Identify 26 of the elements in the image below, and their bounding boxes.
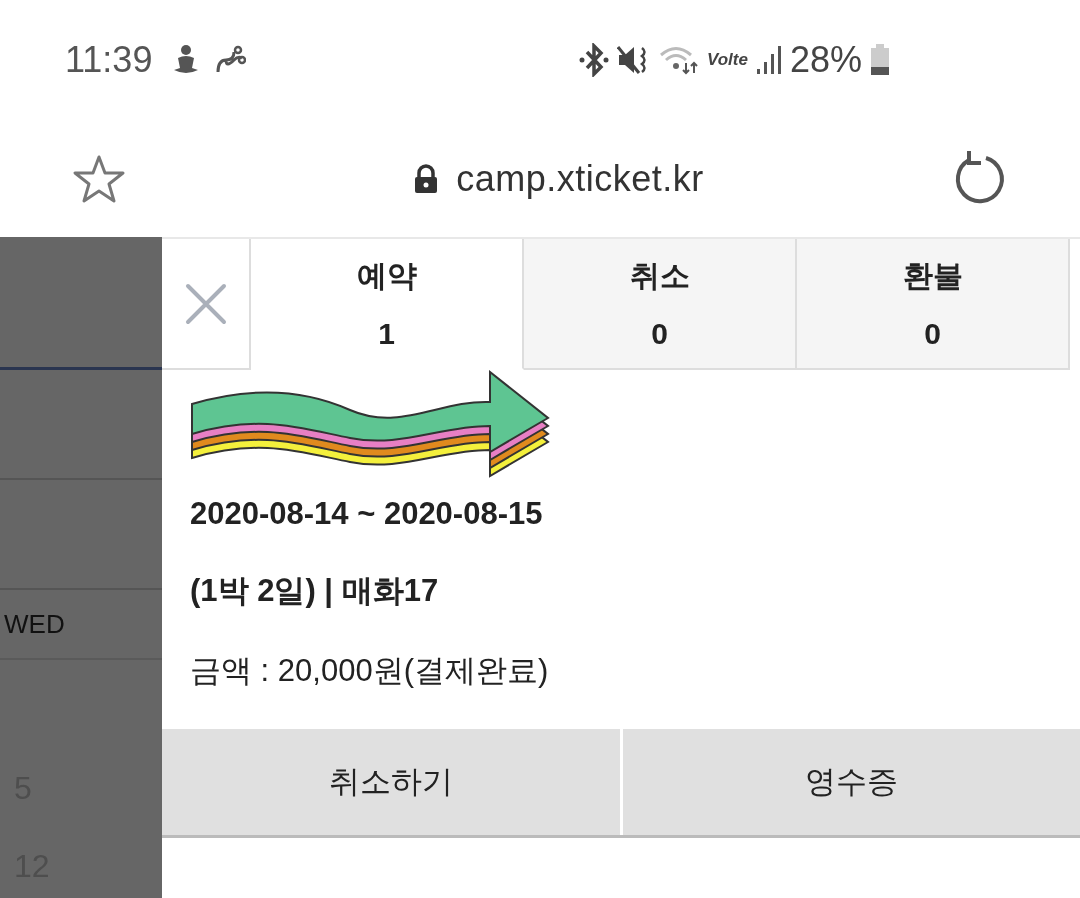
tab-count: 0: [924, 317, 941, 351]
weekday-label: WED: [4, 608, 65, 640]
url-text[interactable]: camp.xticket.kr: [456, 157, 704, 200]
close-button[interactable]: [162, 239, 251, 370]
action-button[interactable]: 취소하기: [162, 729, 620, 835]
signal-icon: [755, 45, 782, 75]
battery-icon: [870, 44, 890, 76]
close-icon: [183, 281, 228, 326]
payment-amount: 금액 : 20,000원(결제완료): [190, 652, 549, 690]
tab-label: 취소: [629, 258, 690, 294]
wifi-icon: [659, 45, 699, 75]
tab-count: 1: [378, 317, 395, 351]
tab[interactable]: 환불 0: [797, 239, 1070, 370]
bluetooth-icon: [579, 43, 609, 77]
lock-icon: [414, 163, 439, 194]
star-icon: [72, 153, 126, 204]
tab[interactable]: 취소 0: [524, 239, 797, 370]
action-button[interactable]: 영수증: [622, 729, 1080, 835]
network-label: Volte: [707, 50, 748, 70]
battery-percent: 28%: [789, 39, 862, 81]
tab-label: 환불: [902, 258, 963, 294]
reservation-details: (1박 2일) | 매화17: [190, 572, 439, 610]
clock-time: 11:39: [65, 39, 153, 81]
tab-label: 예약: [356, 258, 417, 294]
reservation-dates: 2020-08-14 ~ 2020-08-15: [190, 496, 543, 532]
tab-count: 0: [651, 317, 668, 351]
